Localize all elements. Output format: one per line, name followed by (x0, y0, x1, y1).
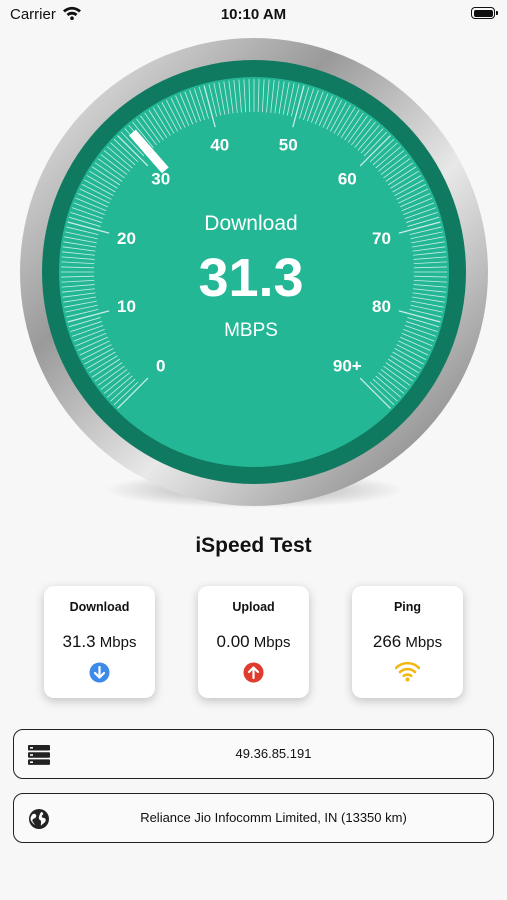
download-unit: Mbps (99, 634, 137, 651)
battery-icon (471, 7, 498, 19)
download-card-title: Download (69, 600, 130, 614)
gauge-value: 31.3 (198, 248, 303, 308)
isp-row[interactable]: Reliance Jio Infocomm Limited, IN (13350… (13, 793, 494, 843)
gauge-tick-label: 40 (210, 136, 229, 155)
server-ip: 49.36.85.191 (235, 746, 312, 761)
upload-card-title: Upload (232, 600, 275, 614)
status-time: 10:10 AM (220, 6, 287, 23)
ping-card: Ping 266 Mbps (352, 586, 463, 698)
ping-card-value: 266 Mbps (352, 632, 463, 652)
arrow-down-circle-icon (89, 662, 110, 683)
wifi-icon (394, 660, 421, 682)
speed-gauge: 0 10 20 30 40 50 60 70 80 90+ Download 31.3 MBPS (0, 28, 507, 518)
upload-unit: Mbps (253, 634, 291, 651)
globe-icon (27, 807, 51, 831)
ping-unit: Mbps (405, 634, 443, 651)
arrow-up-circle-icon (243, 662, 264, 683)
gauge-tick-label: 20 (117, 229, 136, 248)
upload-card: Upload 0.00 Mbps (198, 586, 309, 698)
ping-value: 266 (372, 632, 402, 651)
gauge-svg: 0 10 20 30 40 50 60 70 80 90+ Download 31.3 MBPS (20, 38, 488, 508)
download-card: Download 31.3 Mbps (44, 586, 155, 698)
gauge-tick-label: 30 (151, 170, 170, 189)
gauge-tick-label: 0 (156, 356, 165, 375)
gauge-unit: MBPS (224, 320, 278, 341)
ping-card-title: Ping (393, 600, 422, 614)
gauge-tick-label: 90+ (333, 356, 362, 375)
gauge-tick-label: 60 (338, 170, 357, 189)
upload-card-value: 0.00 Mbps (198, 632, 309, 652)
server-icon (27, 743, 51, 767)
gauge-tick-label: 10 (117, 297, 136, 316)
server-ip-row[interactable]: 49.36.85.191 (13, 729, 494, 779)
gauge-label: Download (204, 212, 297, 235)
gauge-tick-label: 80 (372, 297, 391, 316)
upload-value: 0.00 (216, 632, 250, 651)
download-value: 31.3 (62, 632, 96, 651)
isp-info: Reliance Jio Infocomm Limited, IN (13350… (140, 810, 407, 825)
app-title: iSpeed Test (195, 534, 312, 557)
gauge-tick-label: 70 (372, 229, 391, 248)
status-bar: Carrier 10:10 AM (0, 0, 507, 28)
gauge-tick-label: 50 (279, 136, 298, 155)
download-card-value: 31.3 Mbps (44, 632, 155, 652)
